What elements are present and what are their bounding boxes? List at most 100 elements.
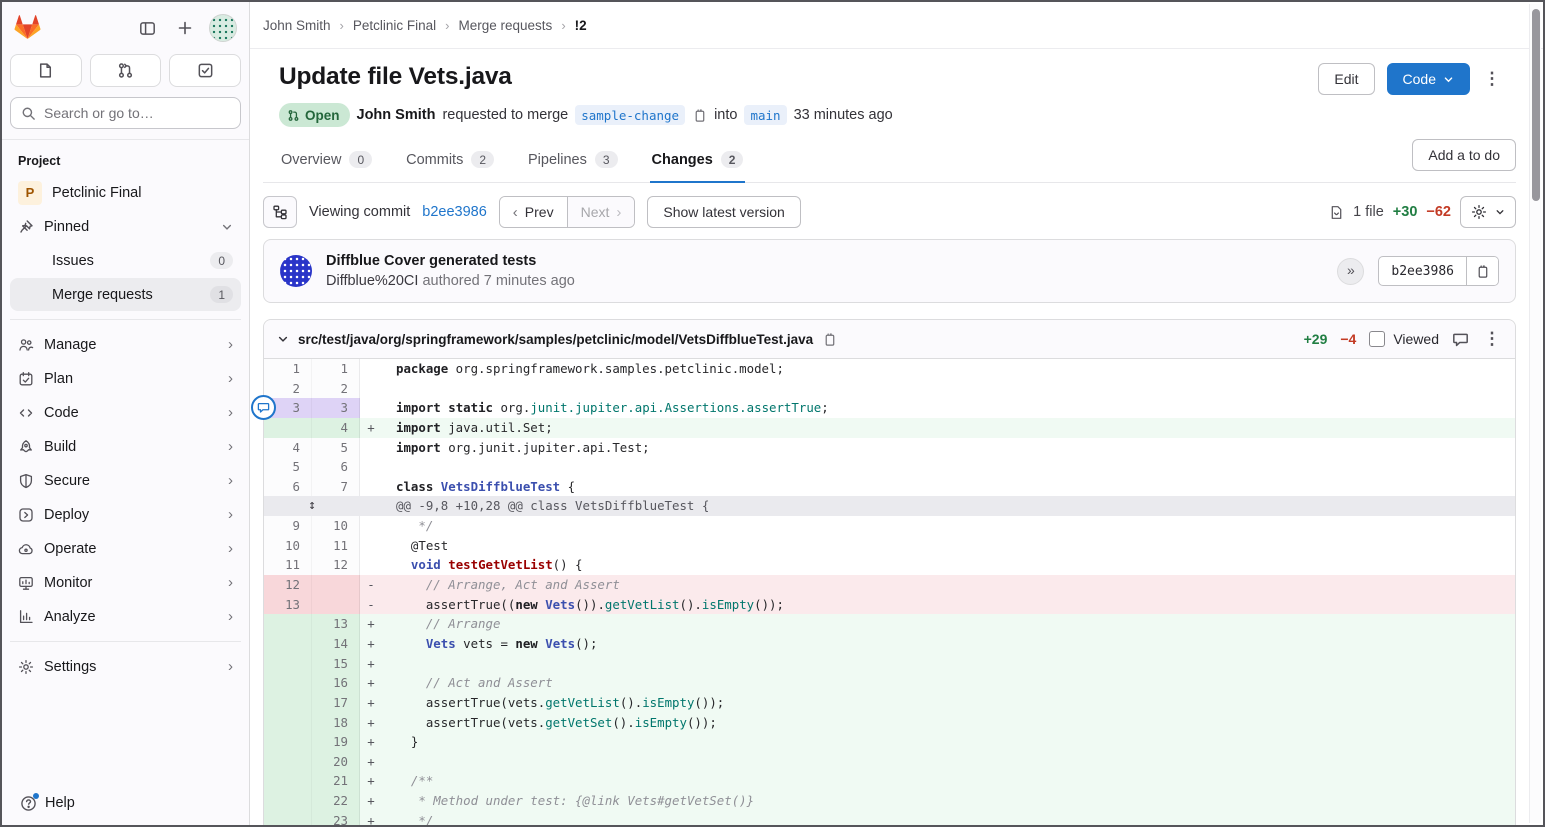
file-path[interactable]: src/test/java/org/springframework/sample… <box>298 332 813 347</box>
user-avatar[interactable] <box>209 14 237 42</box>
old-line-number[interactable]: 9 <box>264 516 312 536</box>
sidebar-item-plan[interactable]: Plan › <box>10 362 241 395</box>
file-options-icon[interactable]: ⋮ <box>1482 329 1502 349</box>
new-line-number[interactable]: 22 <box>312 791 360 811</box>
new-line-number[interactable]: 21 <box>312 771 360 791</box>
show-latest-version-button[interactable]: Show latest version <box>647 196 800 228</box>
new-line-number[interactable]: 6 <box>312 457 360 477</box>
old-line-number[interactable]: 4 <box>264 438 312 458</box>
scrollbar-thumb[interactable] <box>1532 9 1540 201</box>
new-line-number[interactable]: 7 <box>312 477 360 497</box>
new-line-number[interactable]: 10 <box>312 516 360 536</box>
new-line-number[interactable] <box>312 575 360 595</box>
old-line-number[interactable] <box>264 634 312 654</box>
old-line-number[interactable] <box>264 673 312 693</box>
sidebar-item-settings[interactable]: Settings › <box>10 650 241 683</box>
sidebar-toggle-icon[interactable] <box>133 14 161 42</box>
new-line-number[interactable]: 18 <box>312 713 360 733</box>
old-line-number[interactable] <box>264 732 312 752</box>
issues-shortcut-icon[interactable] <box>10 54 82 87</box>
old-line-number[interactable] <box>264 713 312 733</box>
sidebar-item-analyze[interactable]: Analyze › <box>10 600 241 633</box>
sidebar-item-help[interactable]: Help <box>10 781 241 825</box>
sidebar-item-secure[interactable]: Secure › <box>10 464 241 497</box>
tab-changes[interactable]: Changes 2 <box>650 137 746 183</box>
breadcrumb-merge-requests[interactable]: Merge requests <box>459 18 553 33</box>
edit-button[interactable]: Edit <box>1318 63 1374 95</box>
old-line-number[interactable] <box>264 811 312 825</box>
next-commit-button[interactable]: Next › <box>567 197 635 227</box>
old-line-number[interactable] <box>264 614 312 634</box>
new-line-number[interactable] <box>312 595 360 615</box>
todo-shortcut-icon[interactable] <box>169 54 241 87</box>
merge-requests-shortcut-icon[interactable] <box>90 54 162 87</box>
sidebar-item-deploy[interactable]: Deploy › <box>10 498 241 531</box>
old-line-number[interactable]: 13 <box>264 595 312 615</box>
new-line-number[interactable]: 17 <box>312 693 360 713</box>
old-line-number[interactable]: 10 <box>264 536 312 556</box>
sidebar-item-code[interactable]: Code › <box>10 396 241 429</box>
old-line-number[interactable] <box>264 418 312 438</box>
collapse-file-icon[interactable] <box>277 333 289 345</box>
new-line-number[interactable]: 5 <box>312 438 360 458</box>
new-line-number[interactable]: 20 <box>312 752 360 772</box>
old-line-number[interactable] <box>264 693 312 713</box>
new-line-number[interactable]: 16 <box>312 673 360 693</box>
new-line-number[interactable]: 19 <box>312 732 360 752</box>
old-line-number[interactable] <box>264 791 312 811</box>
sidebar-item-operate[interactable]: Operate › <box>10 532 241 565</box>
new-line-number[interactable]: 13 <box>312 614 360 634</box>
old-line-number[interactable]: 12 <box>264 575 312 595</box>
browse-files-icon[interactable]: » <box>1337 258 1364 285</box>
old-line-number[interactable]: 11 <box>264 555 312 575</box>
code-button[interactable]: Code <box>1387 63 1470 95</box>
new-line-number[interactable]: 23 <box>312 811 360 825</box>
new-line-number[interactable]: 2 <box>312 379 360 399</box>
tab-overview[interactable]: Overview 0 <box>279 137 374 183</box>
old-line-number[interactable]: 1 <box>264 359 312 379</box>
viewed-checkbox[interactable] <box>1369 331 1385 347</box>
comment-icon[interactable] <box>1452 331 1469 348</box>
add-todo-button[interactable]: Add a to do <box>1412 139 1516 171</box>
old-line-number[interactable]: 2 <box>264 379 312 399</box>
sidebar-item-manage[interactable]: Manage › <box>10 328 241 361</box>
mr-author[interactable]: John Smith <box>357 107 436 123</box>
target-branch-chip[interactable]: main <box>744 105 786 125</box>
diff-settings-button[interactable] <box>1460 196 1516 228</box>
old-line-number[interactable] <box>264 752 312 772</box>
file-tree-toggle-icon[interactable] <box>263 196 297 228</box>
sidebar-item-project[interactable]: P Petclinic Final <box>10 176 241 209</box>
new-line-number[interactable]: 3 <box>312 398 360 418</box>
new-line-number[interactable]: 14 <box>312 634 360 654</box>
new-line-number[interactable]: 11 <box>312 536 360 556</box>
old-line-number[interactable] <box>264 771 312 791</box>
copy-branch-icon[interactable] <box>692 108 707 123</box>
scrollbar[interactable] <box>1529 4 1541 823</box>
sidebar-item-issues[interactable]: Issues 0 <box>10 244 241 277</box>
source-branch-chip[interactable]: sample-change <box>575 105 685 125</box>
more-actions-icon[interactable]: ⋮ <box>1482 69 1502 89</box>
expand-lines-icon[interactable]: ↕ <box>264 496 360 516</box>
new-line-number[interactable]: 12 <box>312 555 360 575</box>
new-line-number[interactable]: 15 <box>312 654 360 674</box>
sidebar-item-monitor[interactable]: Monitor › <box>10 566 241 599</box>
prev-commit-button[interactable]: ‹ Prev <box>500 197 567 227</box>
old-line-number[interactable]: 5 <box>264 457 312 477</box>
old-line-number[interactable]: 6 <box>264 477 312 497</box>
viewed-toggle[interactable]: Viewed <box>1369 331 1439 347</box>
copy-path-icon[interactable] <box>822 332 837 347</box>
sidebar-item-merge-requests[interactable]: Merge requests 1 <box>10 278 241 311</box>
sidebar-item-pinned[interactable]: Pinned <box>10 210 241 243</box>
breadcrumb-project[interactable]: Petclinic Final <box>353 18 436 33</box>
gitlab-logo[interactable] <box>14 15 41 41</box>
commit-sha-link[interactable]: b2ee3986 <box>422 204 487 220</box>
breadcrumb-user[interactable]: John Smith <box>263 18 331 33</box>
old-line-number[interactable] <box>264 654 312 674</box>
create-new-icon[interactable] <box>171 14 199 42</box>
new-line-number[interactable]: 4 <box>312 418 360 438</box>
tab-commits[interactable]: Commits 2 <box>404 137 496 183</box>
sidebar-item-build[interactable]: Build › <box>10 430 241 463</box>
copy-sha-icon[interactable] <box>1466 257 1498 285</box>
search-input[interactable]: Search or go to… <box>10 97 241 129</box>
new-line-number[interactable]: 1 <box>312 359 360 379</box>
